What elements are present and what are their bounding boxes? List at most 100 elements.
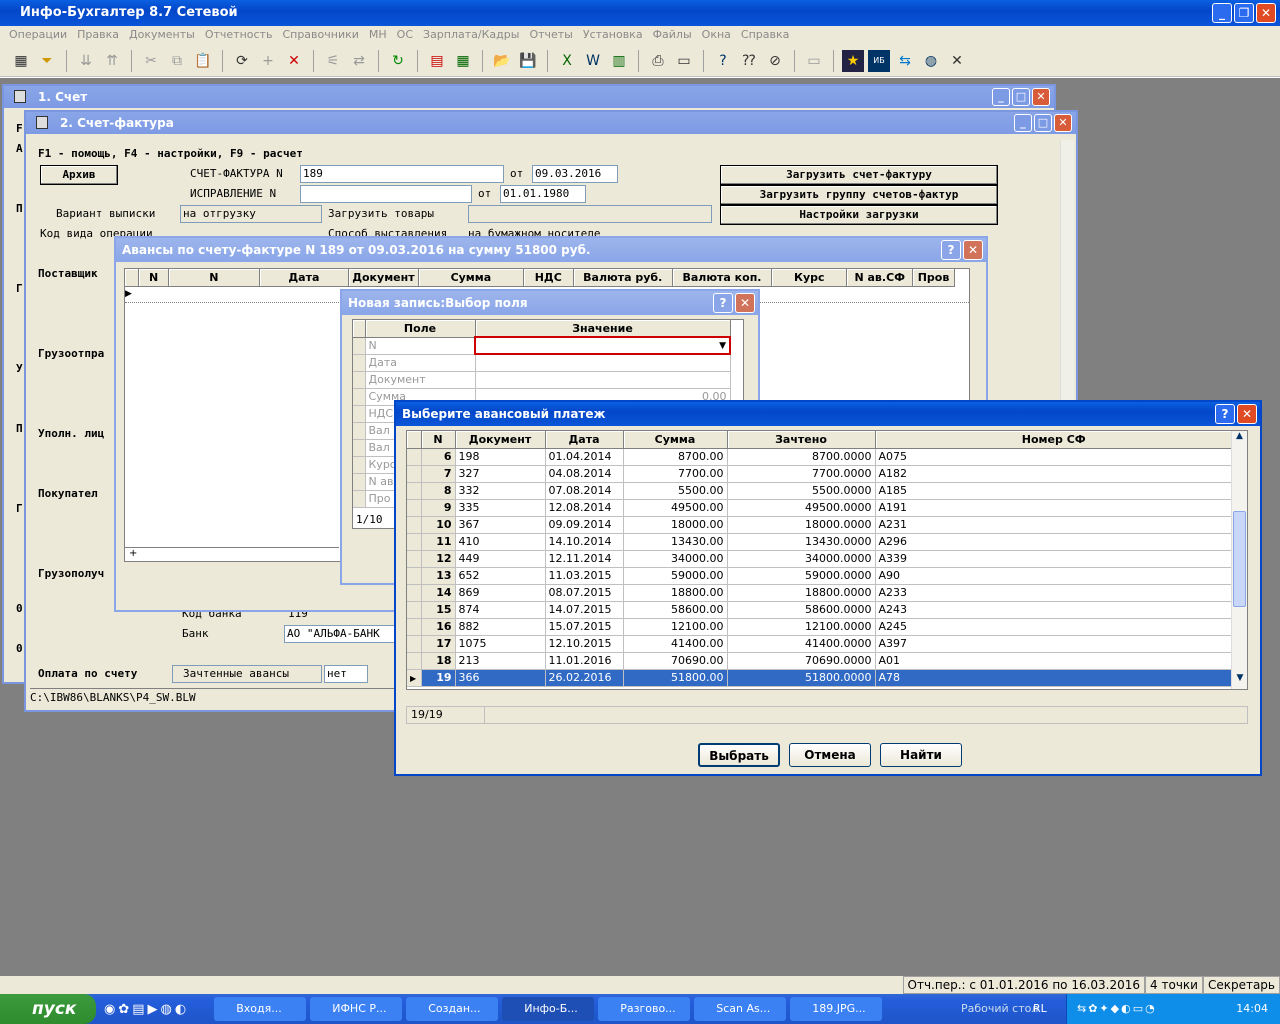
table-row[interactable]: 10 367 09.09.2014 18000.00 18000.0000 А231 bbox=[407, 516, 1233, 534]
save-icon[interactable]: 💾 bbox=[517, 50, 539, 72]
table-row[interactable]: 7 327 04.08.2014 7700.00 7700.0000 А182 bbox=[407, 465, 1233, 483]
context-help-icon[interactable]: ⁇ bbox=[738, 50, 760, 72]
menu-item[interactable]: Справочники bbox=[277, 26, 363, 45]
delete-icon[interactable]: ✕ bbox=[283, 50, 305, 72]
grid-icon[interactable]: ▦ bbox=[10, 50, 32, 72]
add-icon[interactable]: + bbox=[257, 50, 279, 72]
calculator-icon[interactable]: ▦ bbox=[452, 50, 474, 72]
menu-item[interactable]: МН bbox=[364, 26, 392, 45]
table-row[interactable]: 16 882 15.07.2015 12100.00 12100.0000 А245 bbox=[407, 618, 1233, 636]
menu-item[interactable]: Зарплата/Кадры bbox=[418, 26, 524, 45]
excel-icon[interactable]: X bbox=[556, 50, 578, 72]
maximize-button[interactable]: □ bbox=[1012, 88, 1030, 106]
scroll-thumb[interactable] bbox=[1233, 511, 1246, 607]
menu-item[interactable]: Файлы bbox=[648, 26, 697, 45]
media-icon[interactable]: ▶ bbox=[148, 1002, 158, 1017]
language-indicator[interactable]: RL bbox=[1033, 994, 1047, 1024]
report-icon[interactable]: ▭ bbox=[803, 50, 825, 72]
help-button[interactable]: ? bbox=[941, 240, 961, 260]
menu-item[interactable]: Справка bbox=[736, 26, 794, 45]
help-button[interactable]: ? bbox=[1215, 404, 1235, 424]
archive-button[interactable]: Архив bbox=[40, 165, 118, 185]
advances-column-header[interactable]: N bbox=[168, 269, 260, 287]
sort-desc-icon[interactable]: ⇈ bbox=[101, 50, 123, 72]
table-row[interactable]: 11 410 14.10.2014 13430.00 13430.0000 А296 bbox=[407, 533, 1233, 551]
close-button[interactable]: ✕ bbox=[1032, 88, 1050, 106]
word-icon[interactable]: W bbox=[582, 50, 604, 72]
minimize-button[interactable]: _ bbox=[1014, 114, 1032, 132]
field-value[interactable] bbox=[475, 371, 731, 389]
start-button[interactable]: пуск bbox=[0, 994, 96, 1024]
close-doc-icon[interactable]: ✕ bbox=[946, 50, 968, 72]
table-row[interactable]: 9 335 12.08.2014 49500.00 49500.0000 А191 bbox=[407, 499, 1233, 517]
load-invoice-group-button[interactable]: Загрузить группу счетов-фактур bbox=[720, 185, 998, 205]
advances-column-header[interactable]: Курс bbox=[771, 269, 848, 287]
menu-item[interactable]: Документы bbox=[124, 26, 200, 45]
correction-number-field[interactable] bbox=[300, 185, 472, 203]
minimize-button[interactable]: _ bbox=[1212, 3, 1232, 23]
table-row[interactable]: 17 1075 12.10.2015 41400.00 41400.0000 А397 bbox=[407, 635, 1233, 653]
globe-icon[interactable]: ◍ bbox=[920, 50, 942, 72]
field-value[interactable] bbox=[475, 354, 731, 372]
table-row[interactable]: 18 213 11.01.2016 70690.00 70690.0000 А01 bbox=[407, 652, 1233, 670]
variant-field[interactable]: на отгрузку bbox=[180, 205, 322, 223]
table-row[interactable]: 6 198 01.04.2014 8700.00 8700.0000 А075 bbox=[407, 448, 1233, 466]
help-button[interactable]: ? bbox=[713, 293, 733, 313]
add-row[interactable]: + bbox=[125, 547, 339, 561]
cancel-button[interactable]: Отмена bbox=[789, 743, 871, 767]
table-row[interactable]: 8 332 07.08.2014 5500.00 5500.0000 А185 bbox=[407, 482, 1233, 500]
invoice-date-field[interactable]: 09.03.2016 bbox=[532, 165, 618, 183]
pdf-icon[interactable]: ▤ bbox=[426, 50, 448, 72]
advances-column-header[interactable]: Валюта коп. bbox=[672, 269, 773, 287]
menu-item[interactable]: Операции bbox=[4, 26, 72, 45]
taskbar-button[interactable]: Входя... bbox=[214, 997, 307, 1021]
rotate-icon[interactable]: ⟳ bbox=[231, 50, 253, 72]
app-icon-1[interactable]: ★ bbox=[842, 49, 864, 72]
offset-value[interactable]: нет bbox=[324, 665, 368, 683]
table-row[interactable]: ▶ 19 366 26.02.2016 51800.00 51800.0000 А78 bbox=[407, 669, 1233, 687]
load-settings-button[interactable]: Настройки загрузки bbox=[720, 205, 998, 225]
menu-item[interactable]: Окна bbox=[697, 26, 736, 45]
replace-icon[interactable]: ⇄ bbox=[348, 50, 370, 72]
select-button[interactable]: Выбрать bbox=[698, 743, 780, 767]
scroll-down-icon[interactable]: ▼ bbox=[1232, 673, 1247, 689]
restore-button[interactable]: ❐ bbox=[1234, 3, 1254, 23]
column-header[interactable]: Зачтено bbox=[727, 431, 876, 449]
advances-column-header[interactable]: НДС bbox=[523, 269, 574, 287]
menu-item[interactable]: Отчеты bbox=[524, 26, 577, 45]
close-button[interactable]: ✕ bbox=[963, 240, 983, 260]
table-row[interactable]: 15 874 14.07.2015 58600.00 58600.0000 А243 bbox=[407, 601, 1233, 619]
dropdown-icon[interactable]: ▼ bbox=[719, 341, 726, 351]
advances-column-header[interactable]: Сумма bbox=[418, 269, 524, 287]
open-folder-icon[interactable]: 📂 bbox=[491, 50, 513, 72]
field-value[interactable]: ▼ bbox=[474, 336, 731, 355]
desktop-label[interactable]: Рабочий стол bbox=[961, 994, 1038, 1024]
table-row[interactable]: 12 449 12.11.2014 34000.00 34000.0000 А339 bbox=[407, 550, 1233, 568]
taskbar-button[interactable]: Scan As... bbox=[694, 997, 787, 1021]
filter-icon[interactable]: ⏷ bbox=[36, 50, 58, 72]
preview-icon[interactable]: ▭ bbox=[673, 50, 695, 72]
find-button[interactable]: Найти bbox=[880, 743, 962, 767]
advances-column-header[interactable]: Валюта руб. bbox=[573, 269, 673, 287]
advances-column-header[interactable]: N bbox=[138, 269, 169, 287]
table-scrollbar[interactable]: ▲ ▼ bbox=[1231, 431, 1247, 689]
advances-column-header[interactable]: Пров bbox=[912, 269, 955, 287]
maximize-button[interactable]: □ bbox=[1034, 114, 1052, 132]
column-header[interactable]: Документ bbox=[455, 431, 546, 449]
column-header[interactable]: Номер СФ bbox=[875, 431, 1233, 449]
help-icon[interactable]: ? bbox=[712, 50, 734, 72]
taskbar-button[interactable]: ИФНС Р... bbox=[310, 997, 403, 1021]
load-goods-label[interactable]: Загрузить товары bbox=[328, 207, 434, 220]
teamviewer-icon[interactable]: ⇆ bbox=[894, 50, 916, 72]
menu-item[interactable]: ОС bbox=[392, 26, 418, 45]
menu-item[interactable]: Отчетность bbox=[200, 26, 278, 45]
refresh-icon[interactable]: ↻ bbox=[387, 50, 409, 72]
column-header[interactable]: N bbox=[421, 431, 456, 449]
taskbar-button[interactable]: Разгово... bbox=[598, 997, 691, 1021]
advances-column-header[interactable]: Документ bbox=[348, 269, 419, 287]
taskbar-button[interactable]: Создан... bbox=[406, 997, 499, 1021]
menu-item[interactable]: Установка bbox=[578, 26, 648, 45]
flower-icon[interactable]: ✿ bbox=[118, 1002, 129, 1017]
column-header[interactable]: Дата bbox=[545, 431, 624, 449]
close-button[interactable]: ✕ bbox=[735, 293, 755, 313]
